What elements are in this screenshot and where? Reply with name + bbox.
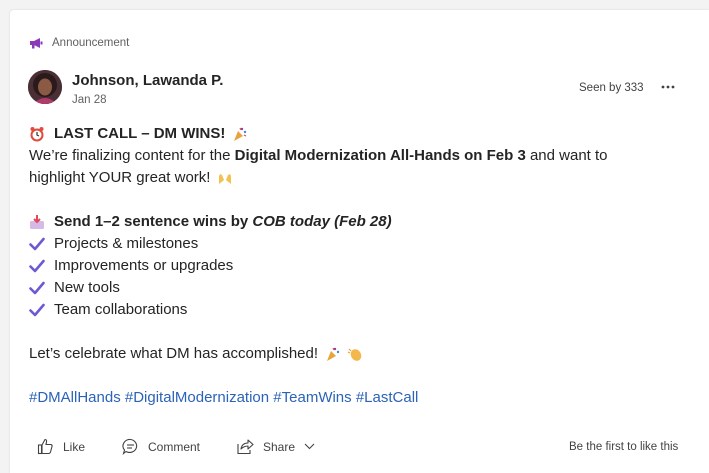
hashtag-link[interactable]: #DigitalModernization (125, 387, 269, 409)
celebrate-line: Let’s celebrate what DM has accomplished… (29, 343, 699, 365)
post-card: Announcement Johnson, Lawanda P. Jan 28 … (10, 10, 709, 473)
share-label: Share (263, 439, 296, 454)
checklist-item-text: Team collaborations (54, 301, 188, 318)
intro-line-2: highlight YOUR great work! (29, 167, 699, 189)
post-date: Jan 28 (72, 94, 107, 106)
chevron-down-icon (304, 443, 315, 450)
comment-icon (122, 438, 138, 455)
party-popper-icon (325, 346, 341, 362)
comment-label: Comment (148, 439, 201, 454)
post-title: LAST CALL – DM WINS! (54, 125, 226, 142)
send-text: Send 1–2 sentence wins by (54, 213, 253, 230)
share-icon (237, 439, 254, 455)
checklist-item: New tools (29, 277, 699, 299)
avatar[interactable] (28, 70, 62, 104)
more-options-button[interactable] (660, 80, 676, 94)
intro-text-2: and want to (525, 147, 608, 164)
hashtag-link[interactable]: #TeamWins (273, 387, 351, 409)
post-body: LAST CALL – DM WINS! We’re finalizing co… (29, 123, 699, 409)
hashtag-link[interactable]: #DMAllHands (29, 387, 121, 409)
intro-line-1: We’re finalizing content for the Digital… (29, 145, 699, 167)
intro-text-1: We’re finalizing content for the (29, 147, 235, 164)
share-button[interactable]: Share (236, 438, 315, 455)
comment-button[interactable]: Comment (122, 438, 200, 455)
check-mark-icon (29, 303, 49, 317)
check-mark-icon (29, 259, 49, 273)
intro-bold-text: Digital Modernization All-Hands on Feb 3 (234, 147, 526, 164)
checklist-item-text: New tools (54, 279, 120, 296)
like-label: Like (63, 439, 86, 454)
celebrate-text: Let’s celebrate what DM has accomplished… (29, 345, 319, 362)
thumbs-up-icon (37, 438, 53, 455)
inbox-tray-icon (29, 214, 49, 230)
checklist-item: Team collaborations (29, 299, 699, 321)
intro-text-3: highlight YOUR great work! (29, 169, 211, 186)
check-mark-icon (29, 281, 49, 295)
alarm-clock-icon (29, 126, 49, 142)
raising-hands-icon (217, 171, 233, 185)
title-line: LAST CALL – DM WINS! (29, 123, 699, 145)
send-deadline: COB today (Feb 28) (252, 213, 392, 230)
check-mark-icon (29, 237, 49, 251)
megaphone-icon (29, 37, 43, 49)
party-popper-icon (232, 126, 248, 142)
checklist-item: Projects & milestones (29, 233, 699, 255)
announcement-header: Announcement (29, 37, 129, 49)
send-line: Send 1–2 sentence wins by COB today (Feb… (29, 211, 699, 233)
checklist-item-text: Projects & milestones (54, 235, 199, 252)
hashtags: #DMAllHands #DigitalModernization #TeamW… (29, 387, 699, 409)
first-to-like-text: Be the first to like this (569, 441, 679, 453)
hashtag-link[interactable]: #LastCall (356, 387, 419, 409)
seen-by-count[interactable]: Seen by 333 (579, 82, 644, 94)
like-button[interactable]: Like (37, 438, 85, 455)
announcement-label: Announcement (52, 37, 130, 49)
author-name[interactable]: Johnson, Lawanda P. (72, 72, 223, 89)
clapping-hands-icon (347, 346, 363, 362)
checklist-item: Improvements or upgrades (29, 255, 699, 277)
more-horizontal-icon (661, 85, 675, 89)
checklist-item-text: Improvements or upgrades (54, 257, 234, 274)
